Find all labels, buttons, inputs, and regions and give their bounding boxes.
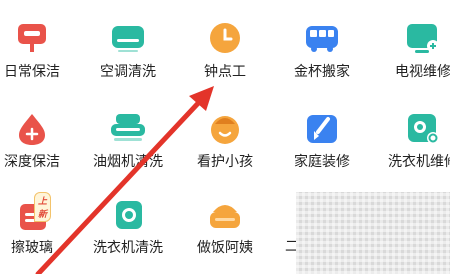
service-babysitting[interactable]: 看护小孩 [180, 112, 270, 182]
sign-board-icon [14, 22, 50, 56]
service-range-hood-cleaning[interactable]: 油烟机清洗 [83, 112, 173, 182]
range-hood-icon [110, 112, 146, 146]
service-label: 深度保洁 [4, 154, 60, 170]
service-label: 看护小孩 [197, 154, 253, 170]
service-label: 洗衣机清洗 [93, 240, 163, 256]
service-cooking-helper[interactable]: 做饭阿姨 [180, 198, 270, 268]
service-daily-cleaning[interactable]: 日常保洁 [0, 22, 77, 92]
child-face-icon [207, 112, 243, 146]
service-label: 钟点工 [204, 64, 246, 80]
service-home-renovation[interactable]: 家庭装修 [277, 112, 367, 182]
service-hourly-worker[interactable]: 钟点工 [180, 22, 270, 92]
air-conditioner-icon [110, 22, 146, 56]
service-label: 空调清洗 [100, 64, 156, 80]
service-label: 洗衣机维修 [388, 154, 450, 170]
service-label: 金杯搬家 [294, 64, 350, 80]
van-icon [304, 22, 340, 56]
service-window-cleaning[interactable]: 上新 擦玻璃 [0, 192, 77, 268]
window-wipe-icon: 上新 [14, 192, 52, 232]
service-label: 擦玻璃 [11, 240, 53, 256]
brush-icon [304, 112, 340, 146]
new-badge: 上新 [34, 192, 52, 222]
service-washer-repair[interactable]: 洗衣机维修 [378, 112, 450, 182]
service-ac-cleaning[interactable]: 空调清洗 [83, 22, 173, 92]
service-label: 电视维修 [395, 64, 450, 80]
service-deep-cleaning[interactable]: 深度保洁 [0, 112, 77, 182]
service-label: 油烟机清洗 [93, 154, 163, 170]
washing-machine-icon [110, 198, 146, 232]
tv-repair-icon [405, 22, 441, 56]
cooking-pot-icon [207, 198, 243, 232]
clock-icon [207, 22, 243, 56]
service-label: 日常保洁 [4, 64, 60, 80]
washer-search-icon [405, 112, 441, 146]
service-moving[interactable]: 金杯搬家 [277, 22, 367, 92]
drop-plus-icon [14, 112, 50, 146]
service-tv-repair[interactable]: 电视维修 [378, 22, 450, 92]
service-label: 做饭阿姨 [197, 240, 253, 256]
service-label: 家庭装修 [294, 154, 350, 170]
mosaic-overlay [296, 192, 450, 274]
service-washer-cleaning[interactable]: 洗衣机清洗 [83, 198, 173, 268]
